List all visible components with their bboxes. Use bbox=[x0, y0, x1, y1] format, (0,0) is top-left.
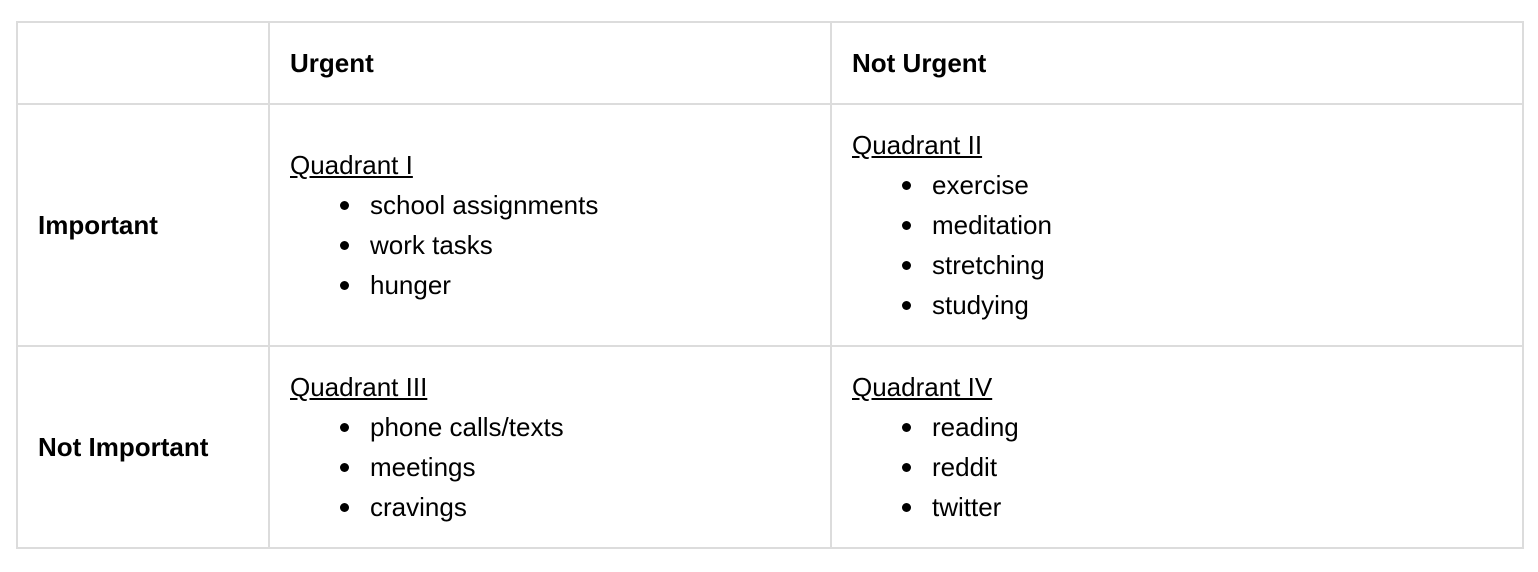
row-not-important: Not Important Quadrant III phone calls/t… bbox=[16, 345, 1524, 549]
list-item-label: hunger bbox=[370, 270, 451, 300]
list-item: cravings bbox=[338, 487, 810, 527]
bullet-icon bbox=[340, 463, 349, 472]
list-item: twitter bbox=[900, 487, 1502, 527]
quadrant-2-list: exercise meditation stretching studying bbox=[852, 165, 1502, 325]
column-header-urgent: Urgent bbox=[268, 21, 832, 105]
bullet-icon bbox=[902, 423, 911, 432]
quadrant-3-cell: Quadrant III phone calls/texts meetings … bbox=[268, 345, 832, 549]
bullet-icon bbox=[902, 181, 911, 190]
quadrant-4-cell: Quadrant IV reading reddit twitter bbox=[830, 345, 1524, 549]
bullet-icon bbox=[340, 503, 349, 512]
list-item-label: stretching bbox=[932, 250, 1045, 280]
quadrant-4-title: Quadrant IV bbox=[852, 372, 993, 402]
list-item-label: studying bbox=[932, 290, 1029, 320]
list-item: meetings bbox=[338, 447, 810, 487]
bullet-icon bbox=[902, 463, 911, 472]
bullet-icon bbox=[902, 503, 911, 512]
list-item: reading bbox=[900, 407, 1502, 447]
list-item: meditation bbox=[900, 205, 1502, 245]
quadrant-1-cell: Quadrant I school assignments work tasks… bbox=[268, 103, 832, 347]
list-item-label: cravings bbox=[370, 492, 467, 522]
list-item-label: meetings bbox=[370, 452, 476, 482]
list-item-label: reading bbox=[932, 412, 1019, 442]
corner-cell bbox=[16, 21, 270, 105]
quadrant-3-list: phone calls/texts meetings cravings bbox=[290, 407, 810, 527]
list-item-label: school assignments bbox=[370, 190, 599, 220]
quadrant-4-list: reading reddit twitter bbox=[852, 407, 1502, 527]
bullet-icon bbox=[902, 261, 911, 270]
column-header-not-urgent: Not Urgent bbox=[830, 21, 1524, 105]
list-item: stretching bbox=[900, 245, 1502, 285]
eisenhower-matrix-table: Urgent Not Urgent Important Quadrant I s… bbox=[16, 21, 1524, 549]
list-item: exercise bbox=[900, 165, 1502, 205]
header-row: Urgent Not Urgent bbox=[16, 21, 1524, 105]
bullet-icon bbox=[902, 301, 911, 310]
list-item-label: reddit bbox=[932, 452, 998, 482]
bullet-icon bbox=[340, 201, 349, 210]
list-item-label: exercise bbox=[932, 170, 1029, 200]
row-important: Important Quadrant I school assignments … bbox=[16, 103, 1524, 347]
list-item: school assignments bbox=[338, 185, 810, 225]
bullet-icon bbox=[902, 221, 911, 230]
list-item: work tasks bbox=[338, 225, 810, 265]
list-item: hunger bbox=[338, 265, 810, 305]
list-item: studying bbox=[900, 285, 1502, 325]
row-header-not-important: Not Important bbox=[16, 345, 270, 549]
quadrant-3-title: Quadrant III bbox=[290, 372, 428, 402]
list-item-label: phone calls/texts bbox=[370, 412, 564, 442]
quadrant-2-cell: Quadrant II exercise meditation stretchi… bbox=[830, 103, 1524, 347]
quadrant-1-list: school assignments work tasks hunger bbox=[290, 185, 810, 305]
quadrant-1-title: Quadrant I bbox=[290, 150, 413, 180]
list-item-label: twitter bbox=[932, 492, 1002, 522]
list-item-label: work tasks bbox=[370, 230, 493, 260]
row-header-important: Important bbox=[16, 103, 270, 347]
quadrant-2-title: Quadrant II bbox=[852, 130, 983, 160]
list-item-label: meditation bbox=[932, 210, 1052, 240]
bullet-icon bbox=[340, 241, 349, 250]
bullet-icon bbox=[340, 281, 349, 290]
bullet-icon bbox=[340, 423, 349, 432]
list-item: reddit bbox=[900, 447, 1502, 487]
list-item: phone calls/texts bbox=[338, 407, 810, 447]
